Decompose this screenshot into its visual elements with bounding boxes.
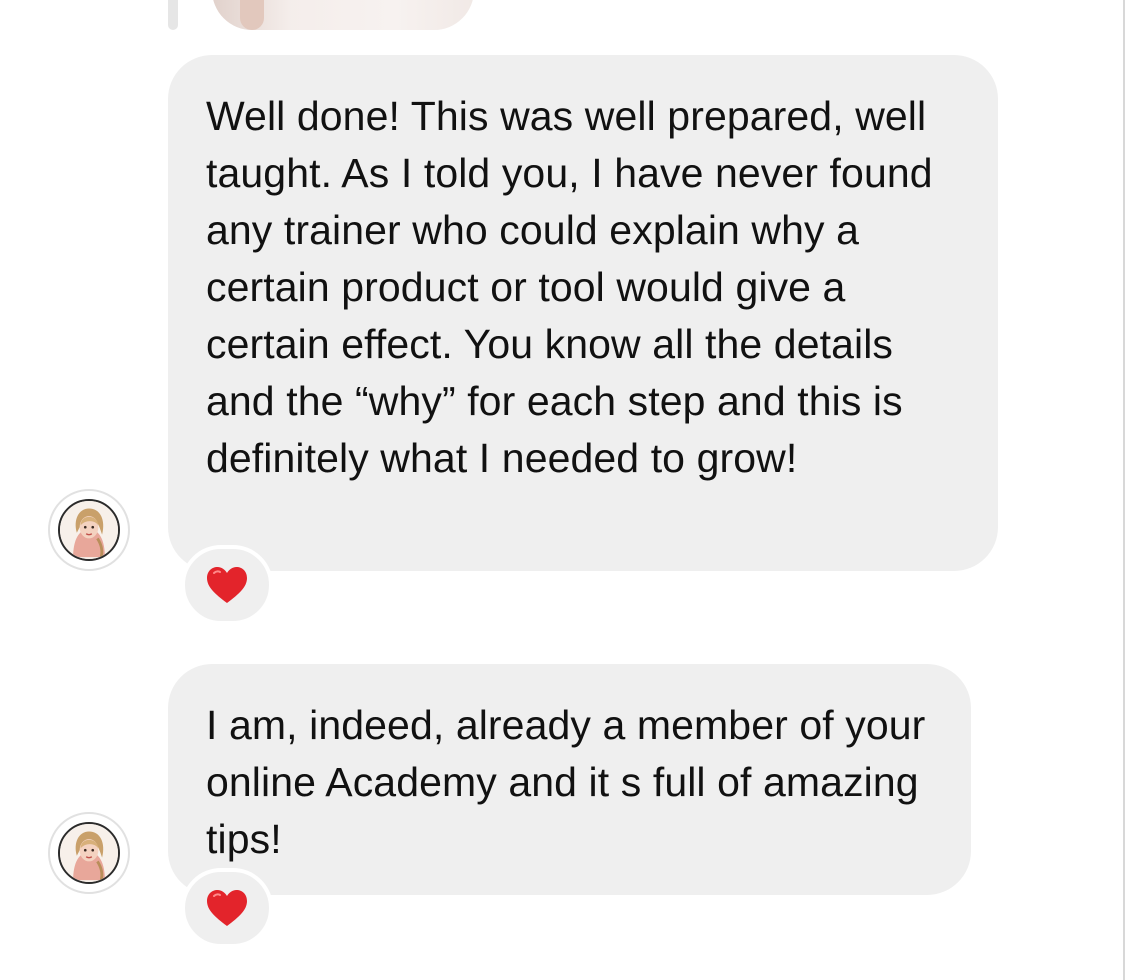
message-bubble[interactable]: I am, indeed, already a member of your o… [168, 664, 971, 895]
reaction-badge[interactable] [181, 545, 273, 625]
shared-photo-preview[interactable] [212, 0, 474, 30]
avatar-portrait-icon [58, 822, 120, 884]
message-text: Well done! This was well prepared, well … [206, 93, 933, 481]
red-heart-icon [207, 567, 247, 603]
avatar-portrait-icon [58, 499, 120, 561]
photo-detail [240, 0, 264, 30]
thread-connector [168, 0, 178, 30]
red-heart-icon [207, 890, 247, 926]
message-bubble[interactable]: Well done! This was well prepared, well … [168, 55, 998, 571]
reaction-badge[interactable] [181, 868, 273, 948]
sender-avatar[interactable] [48, 812, 130, 894]
sender-avatar[interactable] [48, 489, 130, 571]
message-text: I am, indeed, already a member of your o… [206, 702, 926, 862]
